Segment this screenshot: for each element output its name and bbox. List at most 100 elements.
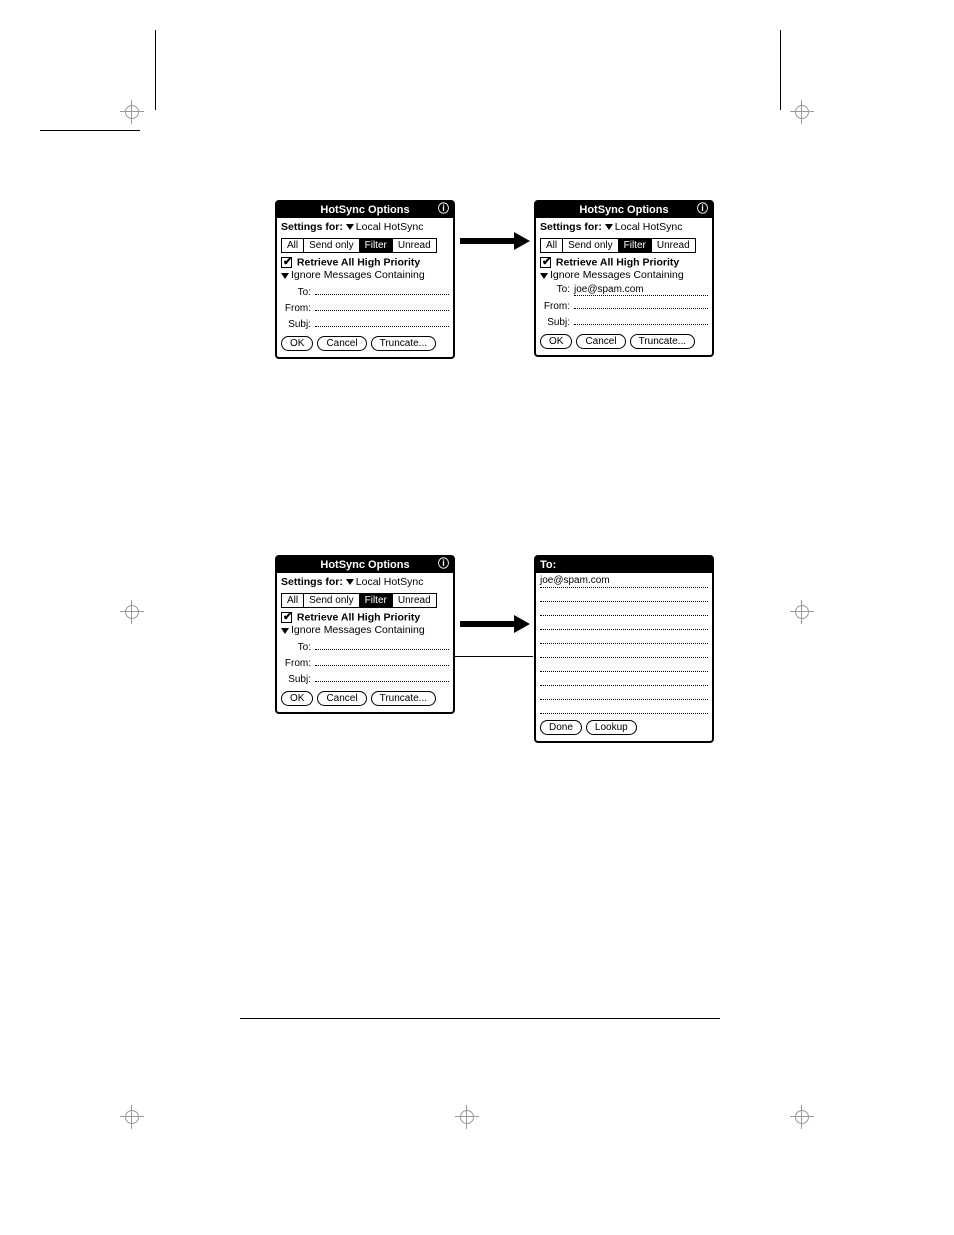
dialog-title-text: HotSync Options — [579, 204, 668, 216]
from-input[interactable] — [315, 300, 449, 311]
settings-for-label: Settings for: — [281, 221, 343, 233]
retrieve-label: Retrieve All High Priority — [297, 256, 420, 268]
ok-button[interactable]: OK — [281, 336, 313, 351]
to-line-input[interactable] — [540, 631, 708, 644]
truncate-button[interactable]: Truncate... — [371, 691, 436, 706]
registration-mark — [790, 600, 814, 624]
tab-filter[interactable]: Filter — [360, 239, 393, 252]
tab-send-only[interactable]: Send only — [563, 239, 618, 252]
crop-mark — [40, 130, 140, 131]
from-field-row: From: — [281, 300, 449, 314]
to-line-input[interactable] — [540, 645, 708, 658]
from-label: From: — [540, 301, 574, 312]
settings-for-label: Settings for: — [540, 221, 602, 233]
settings-for-row: Settings for: Local HotSync — [540, 222, 708, 234]
to-line-input[interactable] — [540, 687, 708, 700]
retrieve-row: ✔ Retrieve All High Priority — [281, 257, 449, 269]
info-icon[interactable]: ⓘ — [438, 203, 449, 215]
to-input[interactable] — [315, 639, 449, 650]
cancel-button[interactable]: Cancel — [317, 691, 366, 706]
subj-input[interactable] — [574, 314, 708, 325]
button-row: OK Cancel Truncate... — [281, 336, 449, 351]
dialog-title: To: — [536, 557, 712, 573]
retrieve-label: Retrieve All High Priority — [297, 611, 420, 623]
hotsync-options-dialog: HotSync Options ⓘ Settings for: Local Ho… — [275, 555, 455, 714]
button-row: Done Lookup — [540, 720, 708, 735]
to-line-input[interactable]: joe@spam.com — [540, 575, 708, 588]
retrieve-checkbox[interactable]: ✔ — [281, 612, 292, 623]
dropdown-icon — [281, 628, 289, 634]
lookup-button[interactable]: Lookup — [586, 720, 637, 735]
settings-for-value[interactable]: Local HotSync — [615, 221, 683, 233]
settings-for-row: Settings for: Local HotSync — [281, 222, 449, 234]
dropdown-icon — [281, 273, 289, 279]
dropdown-icon[interactable] — [605, 224, 613, 230]
ignore-row[interactable]: Ignore Messages Containing — [281, 625, 449, 637]
from-label: From: — [281, 658, 315, 669]
registration-mark — [120, 1105, 144, 1129]
flow-arrow — [460, 615, 530, 633]
to-line-input[interactable] — [540, 589, 708, 602]
ok-button[interactable]: OK — [540, 334, 572, 349]
filter-tabs: All Send only Filter Unread — [281, 593, 437, 608]
flow-arrow — [460, 232, 530, 250]
to-field-row: To: — [281, 639, 449, 653]
dialog-title-text: HotSync Options — [320, 559, 409, 571]
cancel-button[interactable]: Cancel — [576, 334, 625, 349]
registration-mark — [790, 100, 814, 124]
to-line-input[interactable] — [540, 659, 708, 672]
subj-label: Subj: — [281, 319, 315, 330]
from-input[interactable] — [315, 655, 449, 666]
info-icon[interactable]: ⓘ — [697, 203, 708, 215]
to-line-input[interactable] — [540, 603, 708, 616]
registration-mark — [790, 1105, 814, 1129]
retrieve-checkbox[interactable]: ✔ — [540, 257, 551, 268]
tab-send-only[interactable]: Send only — [304, 594, 359, 607]
to-label: To: — [281, 287, 315, 298]
filter-tabs: All Send only Filter Unread — [281, 238, 437, 253]
ignore-row[interactable]: Ignore Messages Containing — [540, 270, 708, 282]
ignore-label: Ignore Messages Containing — [291, 624, 425, 636]
ok-button[interactable]: OK — [281, 691, 313, 706]
filter-tabs: All Send only Filter Unread — [540, 238, 696, 253]
dialog-title: HotSync Options ⓘ — [536, 202, 712, 218]
cancel-button[interactable]: Cancel — [317, 336, 366, 351]
done-button[interactable]: Done — [540, 720, 582, 735]
to-line-input[interactable] — [540, 673, 708, 686]
to-input[interactable]: joe@spam.com — [574, 284, 708, 296]
settings-for-value[interactable]: Local HotSync — [356, 221, 424, 233]
crop-mark — [155, 30, 156, 110]
tab-unread[interactable]: Unread — [652, 239, 695, 252]
settings-for-row: Settings for: Local HotSync — [281, 577, 449, 589]
dropdown-icon[interactable] — [346, 579, 354, 585]
dialog-title-text: HotSync Options — [320, 204, 409, 216]
to-input[interactable] — [315, 284, 449, 295]
tab-filter[interactable]: Filter — [619, 239, 652, 252]
retrieve-checkbox[interactable]: ✔ — [281, 257, 292, 268]
crop-mark — [780, 30, 781, 110]
info-icon[interactable]: ⓘ — [438, 558, 449, 570]
from-input[interactable] — [574, 298, 708, 309]
tab-send-only[interactable]: Send only — [304, 239, 359, 252]
dropdown-icon[interactable] — [346, 224, 354, 230]
tab-all[interactable]: All — [282, 594, 304, 607]
dialog-title: HotSync Options ⓘ — [277, 202, 453, 218]
tab-all[interactable]: All — [282, 239, 304, 252]
settings-for-value[interactable]: Local HotSync — [356, 576, 424, 588]
truncate-button[interactable]: Truncate... — [371, 336, 436, 351]
tab-unread[interactable]: Unread — [393, 594, 436, 607]
subj-input[interactable] — [315, 316, 449, 327]
footer-rule — [240, 1018, 720, 1019]
settings-for-label: Settings for: — [281, 576, 343, 588]
tab-filter[interactable]: Filter — [360, 594, 393, 607]
tab-all[interactable]: All — [541, 239, 563, 252]
to-line-input[interactable] — [540, 617, 708, 630]
subj-field-row: Subj: — [281, 671, 449, 685]
subj-input[interactable] — [315, 671, 449, 682]
to-label: To: — [540, 284, 574, 295]
dialog-title-text: To: — [540, 559, 556, 571]
to-line-input[interactable] — [540, 701, 708, 714]
tab-unread[interactable]: Unread — [393, 239, 436, 252]
ignore-row[interactable]: Ignore Messages Containing — [281, 270, 449, 282]
truncate-button[interactable]: Truncate... — [630, 334, 695, 349]
